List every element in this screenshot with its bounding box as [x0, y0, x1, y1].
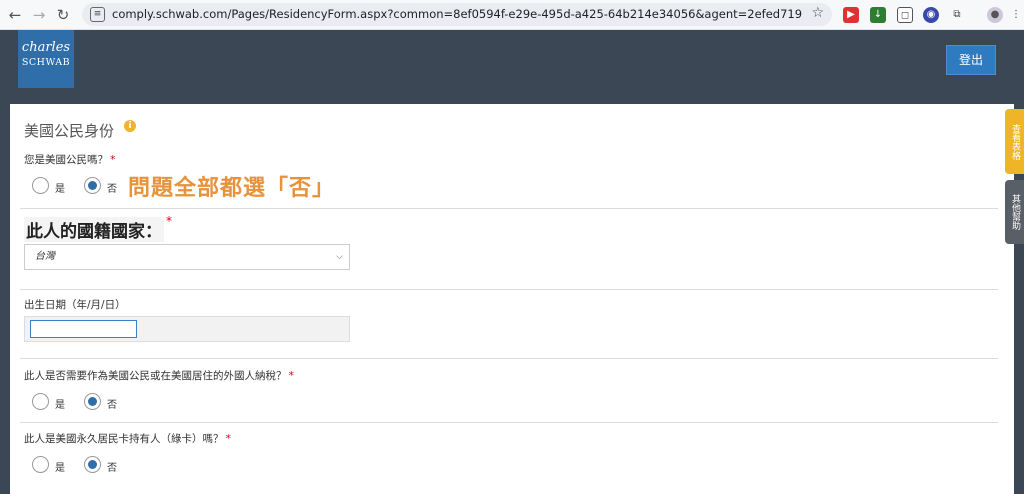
- us-citizen-no-radio[interactable]: [84, 177, 101, 194]
- us-tax-question: 此人是否需要作為美國公民或在美國居住的外國人納稅？ *: [24, 369, 295, 382]
- dob-label: 出生日期（年/月/日）: [24, 299, 126, 311]
- dob-input[interactable]: [30, 320, 137, 338]
- green-card-no-label[interactable]: 否: [107, 459, 117, 474]
- download-extension-icon[interactable]: ↓: [870, 7, 886, 23]
- nationality-selected-value: 台灣: [35, 251, 55, 262]
- schwab-logo: charles SCHWAB: [18, 30, 74, 88]
- view-form-side-tab[interactable]: 查看表格: [1005, 109, 1024, 174]
- nationality-label: 此人的國籍國家：: [24, 217, 164, 242]
- chevron-down-icon: ⌵: [336, 252, 343, 262]
- green-card-yes-label[interactable]: 是: [55, 459, 65, 474]
- green-card-yes-radio[interactable]: [32, 456, 49, 473]
- info-icon[interactable]: i: [124, 120, 136, 132]
- help-side-tab[interactable]: 其他幫助: [1005, 180, 1024, 244]
- divider: [20, 208, 998, 209]
- annotation-callout: 問題全部都選「否」: [128, 176, 336, 201]
- us-citizen-yes-label[interactable]: 是: [55, 180, 65, 195]
- browser-toolbar: ← → ↻ ≡ comply.schwab.com/Pages/Residenc…: [0, 0, 1024, 30]
- us-tax-yes-label[interactable]: 是: [55, 396, 65, 411]
- us-citizen-yes-radio[interactable]: [32, 177, 49, 194]
- divider: [20, 358, 998, 359]
- forward-arrow-icon[interactable]: →: [30, 6, 48, 24]
- bookmark-star-icon[interactable]: ☆: [811, 5, 824, 21]
- residency-form-panel: 美國公民身份 i 您是美國公民嗎？ * 是 否 問題全部都選「否」 此人的國籍國家…: [10, 104, 1014, 494]
- extensions-puzzle-icon[interactable]: ⧉: [949, 7, 965, 23]
- line-extension-icon[interactable]: ◻: [897, 7, 913, 23]
- required-asterisk: *: [166, 214, 172, 228]
- divider: [20, 422, 998, 423]
- site-settings-icon[interactable]: ≡: [90, 7, 105, 22]
- us-tax-yes-radio[interactable]: [32, 393, 49, 410]
- profile-avatar-icon[interactable]: ●: [987, 7, 1003, 23]
- dob-field-wrapper: [24, 316, 350, 342]
- required-asterisk: *: [225, 432, 232, 445]
- url-text[interactable]: comply.schwab.com/Pages/ResidencyForm.as…: [112, 7, 802, 21]
- section-title: 美國公民身份: [24, 122, 115, 140]
- translate-extension-icon[interactable]: ◉: [923, 7, 939, 23]
- logout-button[interactable]: 登出: [946, 45, 996, 75]
- nationality-select[interactable]: 台灣 ⌵: [24, 244, 350, 270]
- address-bar[interactable]: ≡ comply.schwab.com/Pages/ResidencyForm.…: [82, 3, 832, 26]
- required-asterisk: *: [288, 369, 295, 382]
- reload-icon[interactable]: ↻: [54, 6, 72, 24]
- app-header: [0, 30, 1024, 88]
- us-tax-no-radio[interactable]: [84, 393, 101, 410]
- required-asterisk: *: [110, 153, 116, 166]
- us-tax-no-label[interactable]: 否: [107, 396, 117, 411]
- divider: [20, 289, 998, 290]
- us-citizen-no-label[interactable]: 否: [107, 180, 117, 195]
- browser-menu-icon[interactable]: ⋮: [1008, 7, 1024, 23]
- back-arrow-icon[interactable]: ←: [6, 6, 24, 24]
- green-card-question: 此人是美國永久居民卡持有人（綠卡）嗎？ *: [24, 432, 232, 445]
- youtube-extension-icon[interactable]: ▶: [843, 7, 859, 23]
- green-card-no-radio[interactable]: [84, 456, 101, 473]
- us-citizen-question: 您是美國公民嗎？ *: [24, 153, 116, 166]
